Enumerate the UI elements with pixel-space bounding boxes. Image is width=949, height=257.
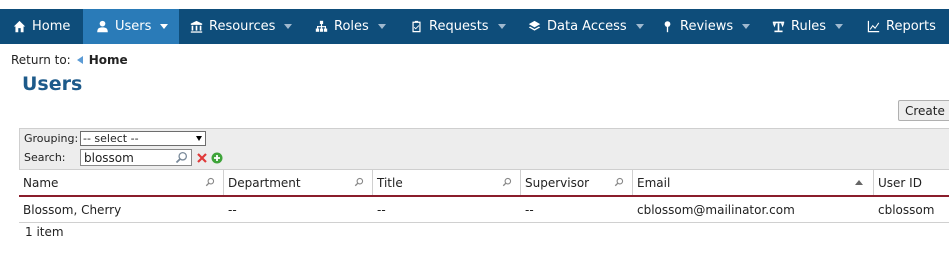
nav-resources-label: Resources	[209, 19, 276, 34]
item-count: 1 item	[25, 225, 64, 239]
grouping-select-value: -- select --	[83, 132, 139, 145]
pin-icon	[660, 20, 674, 34]
column-filter-icon[interactable]	[502, 177, 512, 187]
layers-icon	[527, 20, 541, 34]
clipboard-check-icon	[409, 20, 423, 34]
chevron-down-icon	[497, 24, 506, 29]
column-header-supervisor[interactable]: Supervisor	[521, 170, 633, 195]
column-header-user-id[interactable]: User ID	[874, 170, 949, 195]
user-icon	[95, 20, 109, 34]
nav-users[interactable]: Users	[83, 9, 179, 44]
search-icon[interactable]	[175, 151, 188, 164]
breadcrumb-home-link[interactable]: Home	[89, 53, 128, 67]
nav-rules-label: Rules	[791, 19, 827, 34]
nav-reports[interactable]: Reports	[853, 9, 949, 44]
search-row: Search: blossom	[24, 149, 223, 166]
column-filter-icon[interactable]	[354, 177, 364, 187]
chevron-down-icon	[835, 24, 844, 29]
column-label: Department	[228, 175, 301, 190]
grouping-row: Grouping: -- select --	[24, 131, 206, 146]
chevron-down-icon	[742, 24, 751, 29]
page-title: Users	[22, 73, 83, 95]
nav-roles[interactable]: Roles	[300, 9, 395, 44]
dropdown-arrow-icon	[196, 136, 202, 141]
nav-reports-label: Reports	[886, 19, 936, 34]
bank-icon	[189, 20, 203, 34]
add-icon[interactable]	[211, 152, 223, 164]
main-nav: Home Users Resources Roles Requests Data…	[0, 9, 949, 44]
chart-icon	[866, 20, 880, 34]
chevron-down-icon	[160, 24, 169, 29]
cell-name: Blossom, Cherry	[23, 202, 122, 217]
cell-supervisor: --	[525, 202, 534, 217]
cell-user-id: cblossom	[878, 202, 935, 217]
column-header-department[interactable]: Department	[224, 170, 373, 195]
table-row[interactable]: Blossom, Cherry -- -- -- cblossom@mailin…	[19, 197, 949, 223]
search-input[interactable]: blossom	[80, 149, 192, 166]
nav-data-access-label: Data Access	[547, 19, 627, 34]
table-header: Name Department Title Supervisor Email U…	[19, 170, 949, 197]
nav-requests[interactable]: Requests	[395, 9, 513, 44]
create-button[interactable]: Create F	[898, 100, 949, 121]
nav-requests-label: Requests	[429, 19, 489, 34]
org-chart-icon	[314, 20, 328, 34]
gavel-icon	[771, 20, 785, 34]
breadcrumb-prefix: Return to:	[11, 53, 71, 67]
home-icon	[12, 20, 26, 34]
clear-icon[interactable]	[196, 152, 208, 164]
chevron-down-icon	[284, 24, 293, 29]
chevron-down-icon	[635, 24, 644, 29]
nav-data-access[interactable]: Data Access	[513, 9, 648, 44]
sort-ascending-icon	[855, 180, 863, 185]
column-filter-icon[interactable]	[205, 177, 215, 187]
column-label: Title	[377, 175, 403, 190]
column-label: User ID	[878, 175, 922, 190]
column-filter-icon[interactable]	[614, 177, 624, 187]
breadcrumb: Return to: Home	[11, 53, 128, 67]
grouping-label: Grouping:	[24, 132, 79, 145]
column-header-title[interactable]: Title	[373, 170, 521, 195]
search-label: Search:	[24, 151, 66, 164]
users-table: Name Department Title Supervisor Email U…	[19, 170, 949, 223]
column-label: Name	[23, 175, 59, 190]
back-arrow-icon	[76, 56, 83, 64]
nav-reviews[interactable]: Reviews	[648, 9, 757, 44]
column-label: Email	[637, 175, 671, 190]
column-header-name[interactable]: Name	[19, 170, 224, 195]
chevron-down-icon	[377, 24, 386, 29]
nav-resources[interactable]: Resources	[179, 9, 300, 44]
nav-users-label: Users	[115, 19, 152, 34]
cell-department: --	[228, 202, 237, 217]
nav-home[interactable]: Home	[0, 9, 83, 44]
grouping-select[interactable]: -- select --	[80, 131, 206, 146]
nav-rules[interactable]: Rules	[757, 9, 853, 44]
cell-title: --	[377, 202, 386, 217]
filter-panel: Grouping: -- select -- Search: blossom	[19, 128, 949, 170]
cell-email: cblossom@mailinator.com	[637, 202, 795, 217]
nav-roles-label: Roles	[334, 19, 369, 34]
search-input-value: blossom	[84, 150, 134, 165]
column-label: Supervisor	[525, 175, 590, 190]
column-header-email[interactable]: Email	[633, 170, 874, 195]
nav-home-label: Home	[32, 19, 71, 34]
nav-reviews-label: Reviews	[680, 19, 734, 34]
